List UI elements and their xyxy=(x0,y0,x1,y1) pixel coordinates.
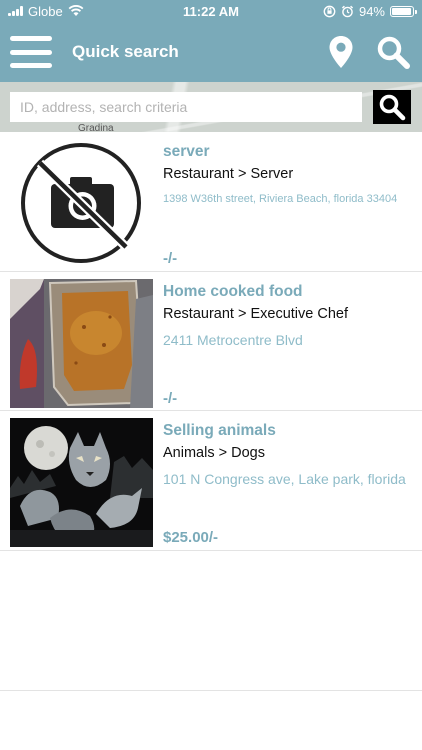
carrier-label: Globe xyxy=(28,3,63,19)
wolves-moon-photo xyxy=(10,418,153,547)
page-title: Quick search xyxy=(72,42,179,61)
listing-category: Restaurant > Server xyxy=(163,166,294,182)
listing-price: -/- xyxy=(163,389,178,407)
listing-address: 1398 W36th street, Riviera Beach, florid… xyxy=(163,193,398,205)
battery-level xyxy=(392,7,411,15)
listing-list: server Restaurant > Server 1398 W36th st… xyxy=(0,132,422,551)
search-icon xyxy=(379,94,406,121)
status-bar: Globe 11:22 AM 94% xyxy=(0,0,422,22)
divider xyxy=(0,690,422,691)
status-left: Globe xyxy=(8,4,84,19)
search-icon[interactable] xyxy=(370,29,416,75)
listing-price: -/- xyxy=(163,250,178,267)
listing-address: 101 N Congress ave, Lake park, florida xyxy=(163,471,406,487)
search-submit-button[interactable] xyxy=(373,90,411,124)
wifi-icon xyxy=(68,5,84,16)
battery-percent: 94% xyxy=(358,3,385,19)
alarm-icon xyxy=(341,5,354,17)
listing-title: Selling animals xyxy=(163,422,276,439)
search-input[interactable] xyxy=(10,92,362,122)
list-item[interactable]: Home cooked food Restaurant > Executive … xyxy=(0,272,422,411)
signal-icon xyxy=(8,6,23,16)
food-dish-photo xyxy=(10,278,153,408)
listing-price: $25.00/- xyxy=(163,529,219,546)
app-header: Quick search xyxy=(0,22,422,82)
list-item[interactable]: server Restaurant > Server 1398 W36th st… xyxy=(0,132,422,272)
list-item[interactable]: Selling animals Animals > Dogs 101 N Con… xyxy=(0,411,422,551)
map-pin-icon[interactable] xyxy=(318,29,364,75)
listing-title: server xyxy=(163,143,210,160)
listing-title: Home cooked food xyxy=(163,282,303,300)
listing-category: Animals > Dogs xyxy=(163,445,265,461)
orientation-lock-icon xyxy=(323,5,336,17)
battery-icon xyxy=(390,5,417,17)
listing-category: Restaurant > Executive Chef xyxy=(163,305,348,322)
listing-address: 2411 Metrocentre Blvd xyxy=(163,331,303,348)
status-right: 94% xyxy=(323,3,417,19)
map-preview[interactable]: Gradina xyxy=(0,82,422,134)
no-photo-icon xyxy=(10,139,153,268)
menu-icon[interactable] xyxy=(10,36,52,68)
